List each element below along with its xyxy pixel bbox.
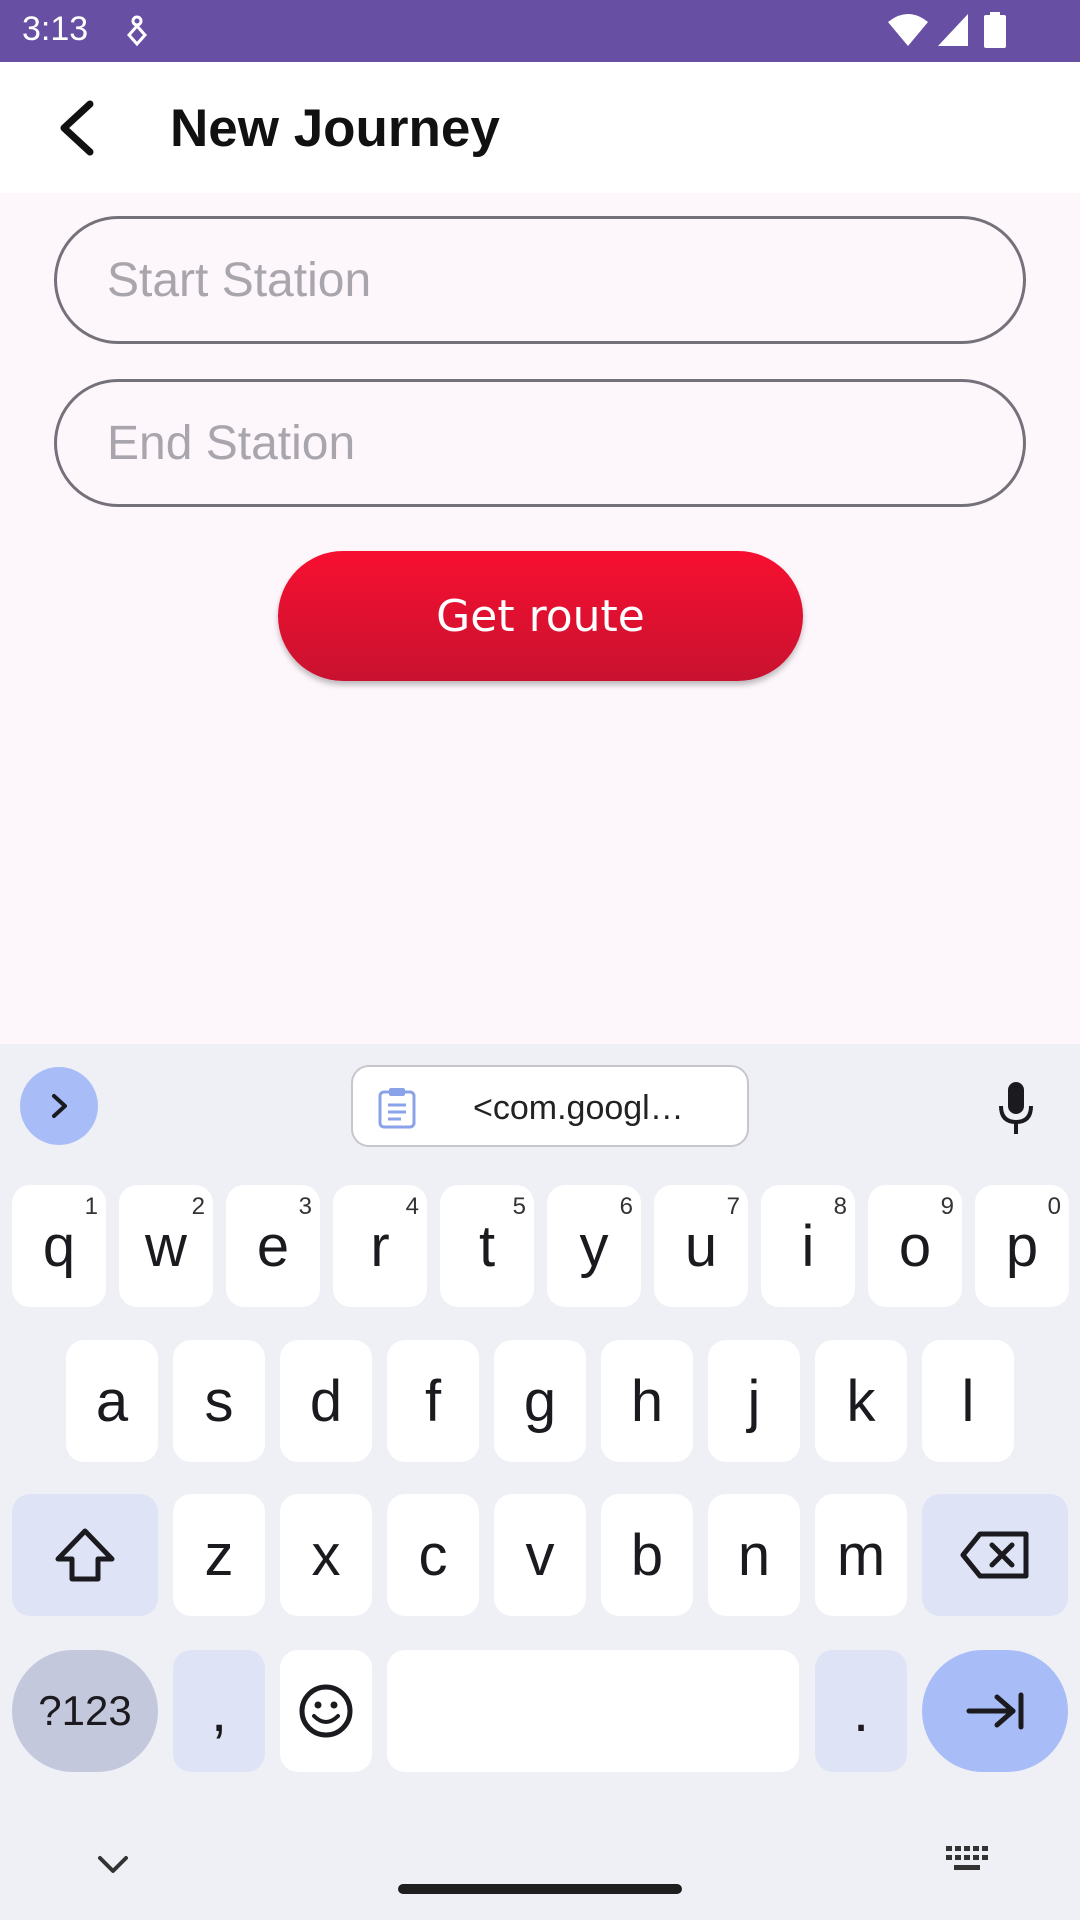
key-c[interactable]: c <box>387 1494 479 1616</box>
key-n[interactable]: n <box>708 1494 800 1616</box>
key-r[interactable]: r4 <box>333 1185 427 1307</box>
chevron-right-icon <box>52 1094 67 1118</box>
end-station-field[interactable] <box>54 379 1026 507</box>
notification-icon <box>126 15 148 47</box>
key-z[interactable]: z <box>173 1494 265 1616</box>
key-a[interactable]: a <box>66 1340 158 1462</box>
space-key[interactable] <box>387 1650 799 1772</box>
comma-key[interactable]: , <box>173 1650 265 1772</box>
key-e[interactable]: e3 <box>226 1185 320 1307</box>
key-label: w <box>145 1213 187 1279</box>
keyboard-toolbar-expand-button[interactable] <box>20 1067 98 1145</box>
key-label: t <box>478 1213 496 1279</box>
period-key[interactable]: . <box>815 1650 907 1772</box>
key-hint: 4 <box>405 1193 419 1220</box>
key-v[interactable]: v <box>494 1494 586 1616</box>
key-m[interactable]: m <box>815 1494 907 1616</box>
key-i[interactable]: i8 <box>761 1185 855 1307</box>
shift-key[interactable] <box>12 1494 158 1616</box>
status-time: 3:13 <box>22 10 89 48</box>
key-o[interactable]: o9 <box>868 1185 962 1307</box>
signal-icon <box>938 14 968 46</box>
backspace-key[interactable] <box>922 1494 1068 1616</box>
key-u[interactable]: u7 <box>654 1185 748 1307</box>
clipboard-suggestion-chip[interactable]: <com.googl… <box>351 1065 749 1147</box>
key-label: o <box>898 1213 932 1279</box>
key-hint: 2 <box>191 1193 205 1220</box>
emoji-key[interactable] <box>280 1650 372 1772</box>
keyboard-icon[interactable] <box>946 1846 988 1872</box>
microphone-icon[interactable] <box>996 1080 1036 1136</box>
key-l[interactable]: l <box>922 1340 1014 1462</box>
get-route-button[interactable]: Get route <box>278 551 803 681</box>
key-hint: 1 <box>84 1193 98 1220</box>
start-station-input[interactable] <box>107 219 977 341</box>
key-b[interactable]: b <box>601 1494 693 1616</box>
start-station-field[interactable] <box>54 216 1026 344</box>
shift-icon <box>55 1528 115 1582</box>
key-y[interactable]: y6 <box>547 1185 641 1307</box>
symbols-key[interactable]: ?123 <box>12 1650 158 1772</box>
key-label: u <box>684 1213 718 1279</box>
key-label: q <box>42 1213 76 1279</box>
key-label: i <box>801 1213 815 1279</box>
battery-icon <box>984 12 1006 48</box>
status-bar: 3:13 <box>0 0 1080 62</box>
key-label: e <box>256 1213 290 1279</box>
key-hint: 5 <box>512 1193 526 1220</box>
key-j[interactable]: j <box>708 1340 800 1462</box>
key-s[interactable]: s <box>173 1340 265 1462</box>
key-hint: 3 <box>298 1193 312 1220</box>
key-w[interactable]: w2 <box>119 1185 213 1307</box>
key-hint: 7 <box>726 1193 740 1220</box>
end-station-input[interactable] <box>107 382 977 504</box>
clipboard-icon <box>378 1088 416 1129</box>
clipboard-text: <com.googl… <box>473 1089 684 1127</box>
key-g[interactable]: g <box>494 1340 586 1462</box>
key-p[interactable]: p0 <box>975 1185 1069 1307</box>
next-key[interactable] <box>922 1650 1068 1772</box>
app-bar: New Journey <box>0 62 1080 193</box>
chevron-down-icon[interactable] <box>96 1854 130 1876</box>
home-indicator[interactable] <box>398 1884 682 1894</box>
key-label: y <box>579 1213 609 1279</box>
key-x[interactable]: x <box>280 1494 372 1616</box>
key-hint: 8 <box>833 1193 847 1220</box>
key-hint: 0 <box>1047 1193 1061 1220</box>
key-hint: 9 <box>940 1193 954 1220</box>
key-q[interactable]: q1 <box>12 1185 106 1307</box>
key-d[interactable]: d <box>280 1340 372 1462</box>
back-arrow-icon[interactable] <box>50 98 110 158</box>
wifi-icon <box>888 14 928 46</box>
key-f[interactable]: f <box>387 1340 479 1462</box>
key-k[interactable]: k <box>815 1340 907 1462</box>
soft-keyboard: <com.googl… <box>0 1044 1080 1920</box>
key-h[interactable]: h <box>601 1340 693 1462</box>
page-title: New Journey <box>170 99 500 158</box>
emoji-icon <box>299 1684 353 1738</box>
tab-enter-icon <box>966 1692 1024 1730</box>
backspace-icon <box>960 1531 1029 1579</box>
key-label: p <box>1005 1213 1039 1279</box>
key-hint: 6 <box>619 1193 633 1220</box>
key-t[interactable]: t5 <box>440 1185 534 1307</box>
key-label: r <box>370 1213 390 1279</box>
